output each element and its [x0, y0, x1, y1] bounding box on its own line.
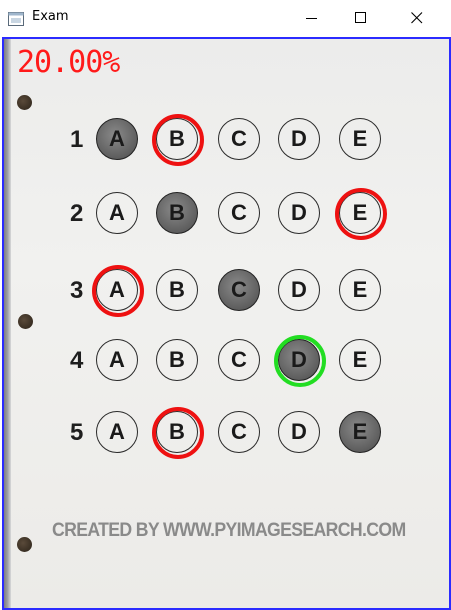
answer-bubble-b: B [156, 269, 198, 311]
bubble-letter: A [109, 347, 125, 372]
paper-shadow-edge [2, 37, 11, 608]
bubble-letter: B [169, 277, 185, 302]
score-label: 20.00% [17, 45, 120, 80]
answer-bubble-c: C [218, 339, 260, 381]
title-bar: Exam [0, 0, 451, 37]
exam-image-canvas: 20.00% 1ABCDE2ABCDE3ABCDE4ABCDE5ABCDE CR… [2, 37, 449, 608]
bubble-letter: D [291, 277, 307, 302]
bubble-letter: A [109, 200, 125, 225]
expected-answer-ring [92, 265, 144, 317]
bubble-letter: C [231, 277, 247, 302]
question-number: 2 [70, 200, 84, 227]
expected-answer-ring [152, 407, 204, 459]
binder-hole [17, 95, 32, 110]
window-title: Exam [32, 9, 69, 24]
bubble-letter: B [169, 200, 185, 225]
answer-bubble-a: A [96, 411, 138, 453]
bubble-letter: E [352, 419, 368, 444]
answer-bubble-e: E [339, 269, 381, 311]
bubble-letter: E [352, 277, 368, 302]
answer-bubble-c: C [218, 118, 260, 160]
question-number: 3 [70, 277, 84, 304]
answer-bubble-b: B [156, 192, 198, 234]
binder-hole [17, 537, 32, 552]
answer-bubble-e: E [339, 411, 381, 453]
binder-hole [18, 314, 33, 329]
answer-bubble-d: D [278, 192, 320, 234]
maximize-icon [355, 9, 367, 28]
footer-credit: CREATED BY WWW.PYIMAGESEARCH.COM [52, 520, 406, 541]
answer-bubble-b: B [152, 114, 204, 166]
answer-bubble-a: A [96, 192, 138, 234]
answer-bubble-e: E [335, 188, 387, 240]
bubble-letter: D [291, 126, 307, 151]
answer-bubble-e: E [339, 118, 381, 160]
minimize-icon [306, 9, 318, 28]
question-number: 1 [70, 126, 84, 153]
expected-answer-ring [152, 114, 204, 166]
answer-bubble-d: D [274, 335, 326, 387]
bubble-letter: C [231, 200, 247, 225]
answer-bubble-d: D [278, 118, 320, 160]
bubble-letter: A [109, 419, 125, 444]
bubble-letter: D [291, 200, 307, 225]
answer-bubble-b: B [152, 407, 204, 459]
expected-answer-ring [335, 188, 387, 240]
answer-bubble-d: D [278, 411, 320, 453]
question-number: 5 [70, 419, 84, 446]
close-icon [411, 9, 423, 28]
answer-bubble-c: C [218, 411, 260, 453]
bubble-letter: C [231, 347, 247, 372]
maximize-button[interactable] [338, 0, 384, 37]
answer-bubble-c: C [218, 192, 260, 234]
answer-bubble-b: B [156, 339, 198, 381]
correct-answer-ring [274, 335, 326, 387]
answer-bubble-e: E [339, 339, 381, 381]
question-number: 4 [70, 347, 84, 374]
answer-bubble-a: A [96, 118, 138, 160]
minimize-button[interactable] [289, 0, 335, 37]
answer-bubble-a: A [92, 265, 144, 317]
bubble-letter: C [231, 419, 247, 444]
bubble-letter: E [352, 347, 368, 372]
bubble-letter: B [169, 347, 185, 372]
answer-bubble-c: C [218, 269, 260, 311]
close-button[interactable] [394, 0, 440, 37]
bubble-letter: A [109, 126, 125, 151]
bubble-letter: D [291, 419, 307, 444]
answer-bubble-d: D [278, 269, 320, 311]
bubble-letter: C [231, 126, 247, 151]
answer-bubble-a: A [96, 339, 138, 381]
app-window-icon [8, 11, 24, 26]
bubble-letter: E [352, 126, 368, 151]
